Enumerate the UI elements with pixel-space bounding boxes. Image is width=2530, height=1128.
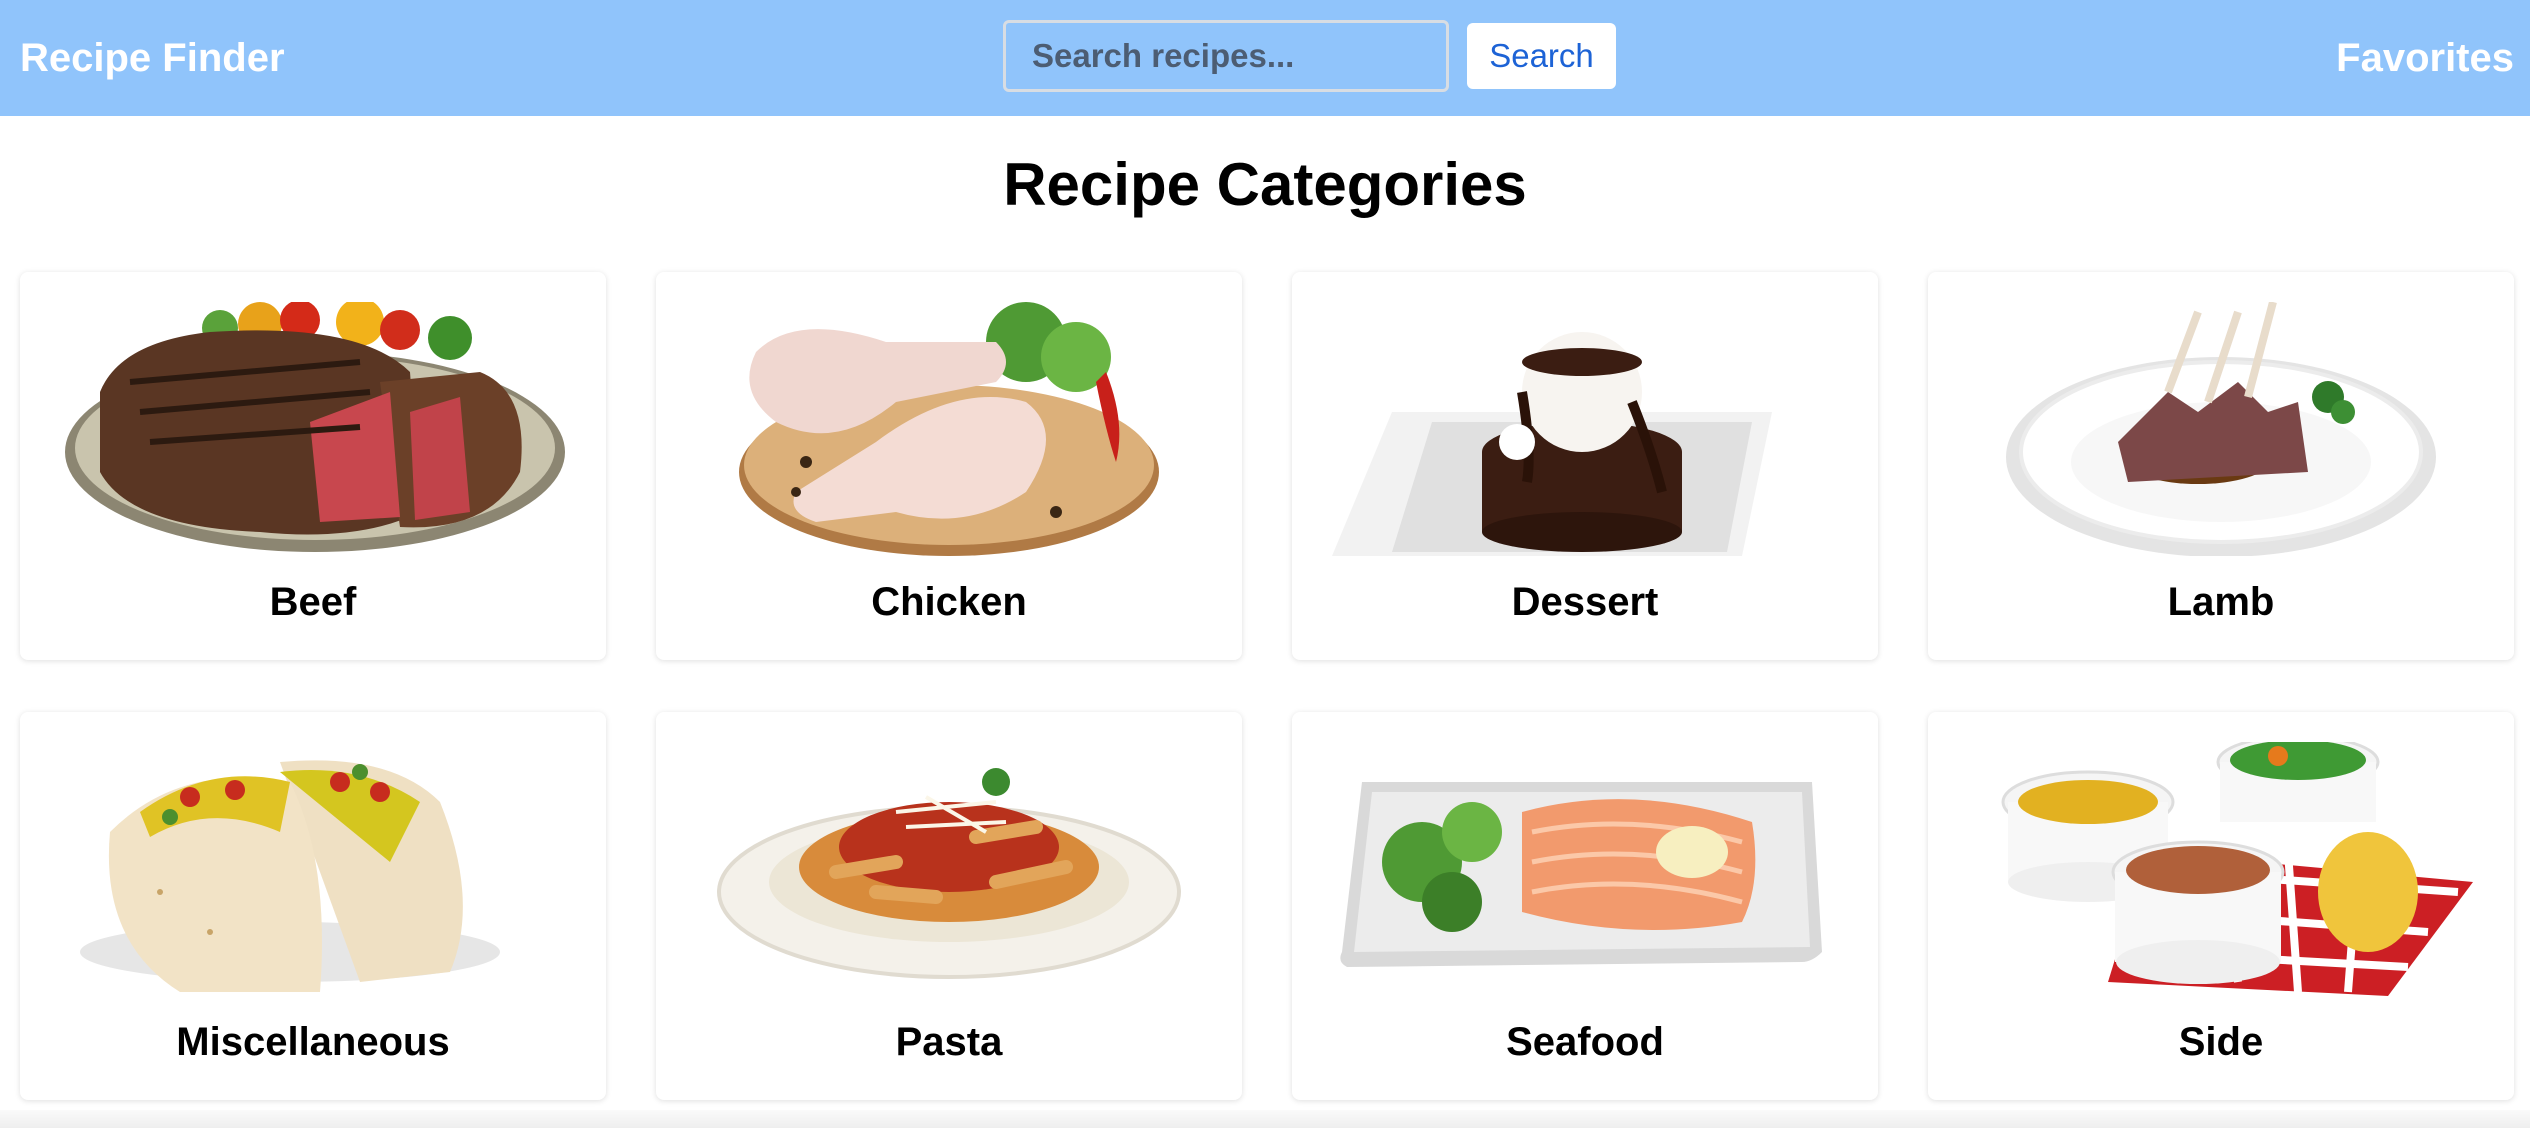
page-bottom-edge	[0, 1110, 2530, 1128]
category-image-dessert	[1332, 302, 1838, 556]
category-image-miscellaneous	[60, 742, 566, 996]
category-label-pasta: Pasta	[895, 1020, 1003, 1064]
category-label-miscellaneous: Miscellaneous	[176, 1020, 450, 1064]
category-card-chicken[interactable]: Chicken	[656, 272, 1242, 660]
category-card-pasta[interactable]: Pasta	[656, 712, 1242, 1100]
category-image-pasta	[696, 742, 1202, 996]
category-image-beef	[60, 302, 566, 556]
search-input[interactable]	[1003, 20, 1449, 92]
category-card-miscellaneous[interactable]: Miscellaneous	[20, 712, 606, 1100]
category-label-dessert: Dessert	[1511, 580, 1659, 624]
category-image-seafood	[1332, 742, 1838, 996]
category-card-lamb[interactable]: Lamb	[1928, 272, 2514, 660]
category-image-side	[1968, 742, 2474, 996]
category-label-seafood: Seafood	[1506, 1020, 1664, 1064]
category-card-side[interactable]: Side	[1928, 712, 2514, 1100]
page-title: Recipe Categories	[1003, 151, 1527, 218]
navbar: Recipe Finder Search Favorites	[0, 0, 2530, 116]
category-card-dessert[interactable]: Dessert	[1292, 272, 1878, 660]
category-card-beef[interactable]: Beef	[20, 272, 606, 660]
category-card-seafood[interactable]: Seafood	[1292, 712, 1878, 1100]
category-label-beef: Beef	[269, 580, 357, 624]
category-label-side: Side	[2178, 1020, 2264, 1064]
category-label-lamb: Lamb	[2167, 580, 2275, 624]
favorites-link[interactable]: Favorites	[2336, 0, 2514, 116]
category-image-lamb	[1968, 302, 2474, 556]
category-label-chicken: Chicken	[871, 580, 1027, 624]
search-button[interactable]: Search	[1467, 23, 1616, 89]
brand-title[interactable]: Recipe Finder	[20, 0, 285, 116]
category-image-chicken	[696, 302, 1202, 556]
